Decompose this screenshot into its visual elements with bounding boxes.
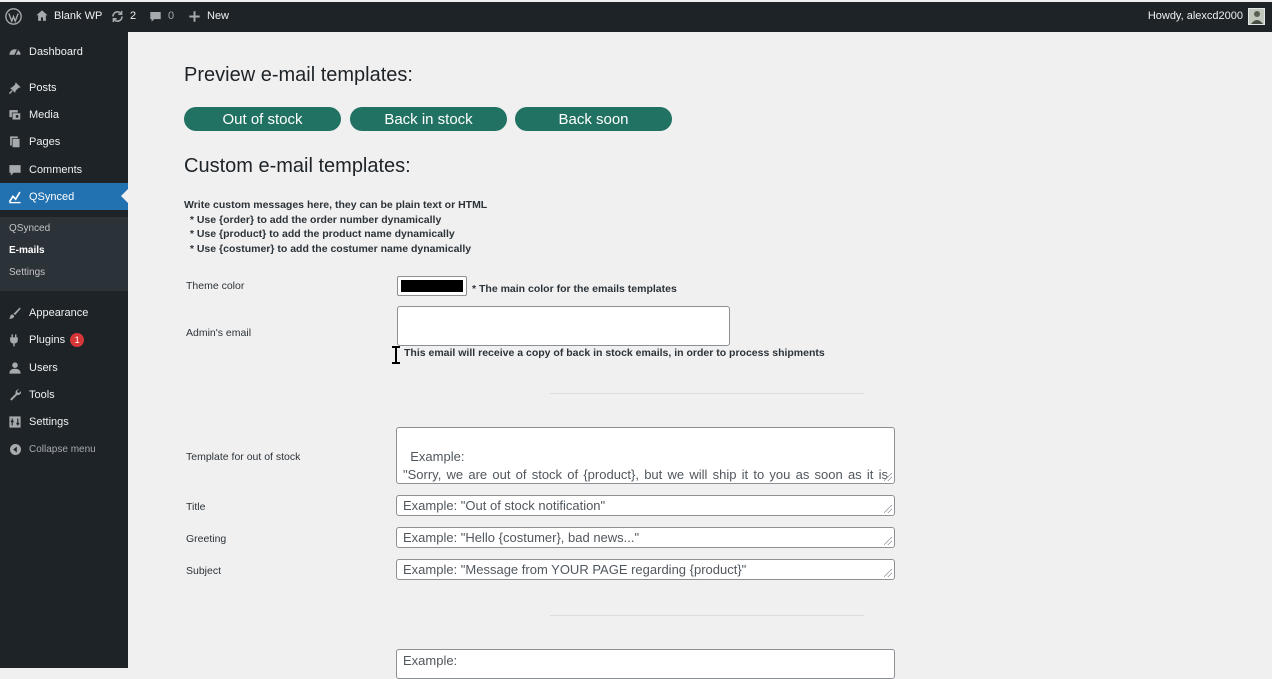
menu-tools[interactable]: Tools — [0, 381, 128, 408]
updates-icon — [110, 9, 125, 24]
admin-email-note: This email will receive a copy of back i… — [404, 347, 825, 359]
menu-label: Collapse menu — [29, 444, 96, 455]
instruction-line: Write custom messages here, they can be … — [184, 199, 488, 211]
submenu-emails[interactable]: E-mails — [9, 245, 45, 256]
textarea-placeholder: Example: — [403, 653, 458, 668]
brush-icon — [8, 306, 22, 320]
comment-bubble-icon — [149, 10, 162, 23]
menu-label: Pages — [29, 135, 61, 148]
qsynced-submenu: QSynced E-mails Settings — [0, 217, 128, 291]
collapse-icon — [8, 443, 22, 457]
pages-icon — [8, 135, 22, 149]
menu-media[interactable]: Media — [0, 101, 128, 128]
out-of-stock-template-textarea[interactable]: Example: "Sorry, we are out of stock of … — [396, 427, 895, 484]
subject-input[interactable]: Example: "Message from YOUR PAGE regardi… — [396, 559, 895, 580]
menu-plugins[interactable]: Plugins 1 — [0, 326, 128, 353]
menu-label: Posts — [29, 81, 57, 94]
resize-handle-icon[interactable] — [884, 569, 892, 577]
textarea-placeholder: Example: "Sorry, we are out of stock of … — [403, 449, 888, 482]
preview-back-soon-button[interactable]: Back soon — [515, 107, 672, 131]
menu-label: Comments — [29, 163, 83, 176]
admin-email-label: Admin's email — [186, 327, 252, 339]
user-icon — [8, 361, 22, 375]
theme-color-picker[interactable] — [397, 276, 467, 296]
instruction-line: * Use {costumer} to add the costumer nam… — [184, 242, 472, 255]
menu-users[interactable]: Users — [0, 354, 128, 381]
menu-dashboard[interactable]: Dashboard — [0, 38, 128, 65]
menu-label: Appearance — [29, 306, 89, 319]
menu-label: Tools — [29, 388, 55, 401]
comments-link[interactable]: 0 — [149, 7, 174, 25]
avatar — [1248, 7, 1265, 25]
title-label: Title — [186, 501, 206, 513]
menu-label: Settings — [29, 415, 69, 428]
greeting-input[interactable]: Example: "Hello {costumer}, bad news..." — [396, 527, 895, 548]
instruction-line: * Use {order} to add the order number dy… — [184, 213, 442, 226]
template-instructions: Write custom messages here, they can be … — [184, 198, 487, 256]
menu-label: Media — [29, 108, 59, 121]
subject-label: Subject — [186, 565, 222, 577]
preview-back-in-stock-button[interactable]: Back in stock — [350, 107, 507, 131]
collapse-menu-button[interactable]: Collapse menu — [0, 436, 128, 463]
howdy-text: Howdy, alexcd2000 — [1147, 10, 1243, 22]
custom-heading: Custom e-mail templates: — [184, 155, 411, 177]
dashboard-icon — [8, 45, 22, 59]
preview-heading: Preview e-mail templates: — [184, 64, 413, 86]
menu-label: Dashboard — [29, 45, 83, 58]
greeting-label: Greeting — [186, 533, 227, 545]
menu-label: Plugins 1 — [29, 332, 85, 347]
input-placeholder: Example: "Hello {costumer}, bad news..." — [403, 530, 640, 545]
plugin-icon — [8, 333, 22, 347]
comment-icon — [8, 163, 22, 177]
menu-settings[interactable]: Settings — [0, 408, 128, 435]
site-name-link[interactable]: Blank WP — [35, 7, 102, 25]
plus-icon — [188, 10, 201, 23]
menu-pages[interactable]: Pages — [0, 128, 128, 155]
resize-handle-icon[interactable] — [884, 473, 892, 481]
top-border — [0, 0, 1272, 2]
admin-email-input[interactable] — [397, 306, 730, 346]
instruction-line: * Use {product} to add the product name … — [184, 228, 455, 240]
menu-qsynced[interactable]: QSynced — [0, 183, 128, 210]
admin-sidebar: Dashboard Posts Media Pages Comments QSy… — [0, 32, 128, 668]
theme-color-note: * The main color for the emails template… — [472, 283, 677, 295]
title-input[interactable]: Example: "Out of stock notification" — [396, 495, 895, 516]
menu-label: Users — [29, 361, 58, 374]
separator — [550, 393, 864, 394]
input-placeholder: Example: "Out of stock notification" — [403, 498, 606, 513]
wordpress-logo-icon[interactable] — [5, 7, 22, 25]
resize-handle-icon[interactable] — [884, 505, 892, 513]
menu-appearance[interactable]: Appearance — [0, 299, 128, 326]
color-swatch-fill — [401, 280, 463, 292]
new-label: New — [207, 10, 230, 22]
menu-label: QSynced — [29, 190, 75, 203]
site-name: Blank WP — [54, 10, 103, 22]
home-icon — [35, 9, 49, 23]
separator — [550, 615, 864, 616]
wrench-icon — [8, 388, 22, 402]
media-icon — [8, 108, 22, 122]
menu-posts[interactable]: Posts — [0, 74, 128, 101]
admin-bar: Blank WP 2 0 New Howdy, alexcd2000 — [0, 0, 1272, 32]
menu-comments[interactable]: Comments — [0, 156, 128, 183]
updates-link[interactable]: 2 — [110, 7, 136, 25]
settings-icon — [8, 415, 22, 429]
account-menu[interactable]: Howdy, alexcd2000 — [1148, 7, 1265, 25]
plugins-update-badge: 1 — [70, 332, 85, 347]
comments-count: 0 — [168, 10, 175, 22]
preview-out-of-stock-button[interactable]: Out of stock — [184, 107, 341, 131]
submenu-settings[interactable]: Settings — [9, 267, 45, 278]
input-placeholder: Example: "Message from YOUR PAGE regardi… — [403, 562, 747, 577]
submenu-qsynced[interactable]: QSynced — [9, 223, 50, 234]
chart-icon — [8, 190, 22, 204]
theme-color-label: Theme color — [186, 280, 245, 292]
plugins-label: Plugins — [29, 333, 66, 346]
next-template-textarea[interactable]: Example: — [396, 649, 895, 679]
out-of-stock-template-label: Template for out of stock — [186, 451, 301, 463]
text-cursor-icon — [391, 346, 401, 364]
new-content-link[interactable]: New — [188, 7, 229, 25]
pin-icon — [8, 81, 22, 95]
resize-handle-icon[interactable] — [884, 537, 892, 545]
updates-count: 2 — [130, 10, 137, 22]
